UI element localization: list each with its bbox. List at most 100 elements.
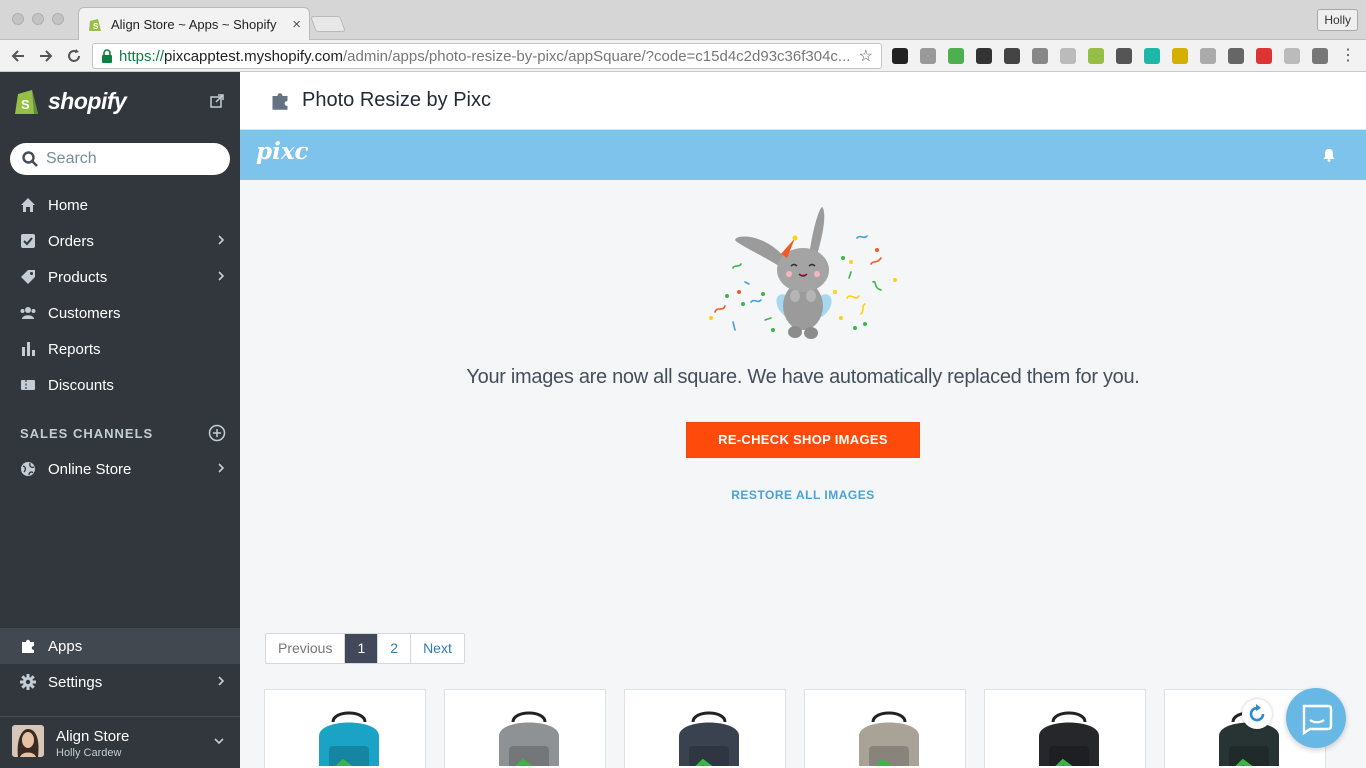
m-icon[interactable] bbox=[1144, 48, 1160, 64]
pixc-app-header: pixc bbox=[240, 130, 1366, 180]
r-icon[interactable] bbox=[1116, 48, 1132, 64]
back-icon[interactable] bbox=[8, 46, 28, 66]
shopify-bag-icon: S bbox=[15, 90, 38, 114]
sidebar-item-orders[interactable]: Orders bbox=[0, 223, 240, 259]
window-zoom-dot[interactable] bbox=[52, 13, 64, 25]
page-title: Photo Resize by Pixc bbox=[302, 89, 491, 111]
pagination-page-1[interactable]: 1 bbox=[345, 634, 379, 663]
chevron-right-icon bbox=[218, 271, 225, 281]
recheck-images-button[interactable]: RE-CHECK SHOP IMAGES bbox=[686, 422, 920, 458]
backpack-image bbox=[499, 711, 559, 766]
discounts-icon bbox=[21, 380, 35, 390]
browser-tab[interactable]: S Align Store ~ Apps ~ Shopify × bbox=[78, 7, 310, 41]
sidebar-item-reports[interactable]: Reports bbox=[0, 331, 240, 367]
sidebar-item-online-store[interactable]: Online Store bbox=[0, 451, 240, 487]
url-path: /admin/apps/photo-resize-by-pixc/appSqua… bbox=[343, 47, 851, 65]
pixc-logo[interactable]: pixc bbox=[256, 138, 309, 165]
url-scheme: https:// bbox=[119, 47, 165, 65]
chevron-right-icon bbox=[218, 235, 225, 245]
sidebar-item-apps[interactable]: Apps bbox=[0, 628, 240, 664]
tab-close-icon[interactable]: × bbox=[292, 16, 301, 33]
bolt-icon[interactable] bbox=[1172, 48, 1188, 64]
pagination-previous[interactable]: Previous bbox=[266, 634, 346, 663]
add-channel-icon[interactable] bbox=[208, 424, 226, 442]
view-store-icon[interactable] bbox=[210, 94, 224, 108]
sidebar-item-label: Settings bbox=[48, 673, 103, 691]
shopify-favicon-icon: S bbox=[89, 18, 101, 31]
sidebar-item-label: Discounts bbox=[48, 376, 114, 394]
shopify-icon[interactable] bbox=[1088, 48, 1104, 64]
backpack-image bbox=[1039, 711, 1099, 766]
backpack-image bbox=[319, 711, 379, 766]
chat-launcher-button[interactable] bbox=[1286, 688, 1346, 748]
chat-icon[interactable] bbox=[1228, 48, 1244, 64]
medium-icon[interactable] bbox=[1004, 48, 1020, 64]
buffer-icon[interactable] bbox=[892, 48, 908, 64]
new-tab-button[interactable] bbox=[310, 16, 346, 32]
tag-icon bbox=[21, 270, 35, 284]
backpack-image bbox=[679, 711, 739, 766]
sidebar-item-settings[interactable]: Settings bbox=[0, 664, 240, 700]
sidebar-item-label: Reports bbox=[48, 340, 101, 358]
bw-icon[interactable] bbox=[976, 48, 992, 64]
avatar bbox=[12, 725, 44, 757]
b-icon[interactable] bbox=[1284, 48, 1300, 64]
browser-toolbar: https:// pixcapptest.myshopify.com /admi… bbox=[0, 40, 1366, 72]
refresh-icon[interactable] bbox=[1242, 699, 1272, 729]
backpack-image bbox=[859, 711, 919, 766]
shopify-wordmark: shopify bbox=[48, 87, 127, 114]
sidebar-item-label: Online Store bbox=[48, 460, 132, 478]
browser-tab-bar: S Align Store ~ Apps ~ Shopify × Holly bbox=[0, 0, 1366, 41]
evernote-icon[interactable] bbox=[948, 48, 964, 64]
pagination: Previous 1 2 Next bbox=[265, 633, 465, 664]
reports-icon bbox=[22, 342, 35, 356]
screen-icon[interactable] bbox=[1060, 48, 1076, 64]
window-close-dot[interactable] bbox=[12, 13, 24, 25]
tab-title: Align Store ~ Apps ~ Shopify bbox=[111, 17, 277, 32]
app-content: Your images are now all square. We have … bbox=[240, 180, 1366, 768]
success-message: Your images are now all square. We have … bbox=[466, 366, 1140, 388]
forward-icon[interactable] bbox=[36, 46, 56, 66]
product-image-card[interactable] bbox=[624, 689, 786, 768]
product-image-card[interactable] bbox=[804, 689, 966, 768]
profile-button[interactable]: Holly bbox=[1317, 9, 1358, 31]
sidebar-item-discounts[interactable]: Discounts bbox=[0, 367, 240, 403]
store-name: Align Store bbox=[56, 728, 130, 745]
search-icon bbox=[22, 151, 38, 167]
search-input[interactable] bbox=[46, 150, 206, 168]
window-minimize-dot[interactable] bbox=[32, 13, 44, 25]
search-box[interactable] bbox=[10, 143, 230, 175]
squirrel-icon[interactable] bbox=[1032, 48, 1048, 64]
address-bar[interactable]: https:// pixcapptest.myshopify.com /admi… bbox=[92, 43, 882, 69]
sidebar-item-products[interactable]: Products bbox=[0, 259, 240, 295]
chat-icon bbox=[1302, 704, 1333, 736]
sidebar-item-label: Apps bbox=[48, 637, 83, 655]
bell-icon[interactable] bbox=[1322, 148, 1336, 162]
globe-icon bbox=[21, 462, 35, 476]
tools-icon[interactable] bbox=[1312, 48, 1328, 64]
ghost-icon[interactable] bbox=[920, 48, 936, 64]
reload-icon[interactable] bbox=[64, 46, 84, 66]
product-image-card[interactable] bbox=[264, 689, 426, 768]
sidebar-item-label: Customers bbox=[48, 304, 121, 322]
product-image-card[interactable] bbox=[984, 689, 1146, 768]
home-icon bbox=[21, 198, 35, 212]
store-switcher[interactable]: Align Store Holly Cardew bbox=[0, 716, 240, 768]
pagination-next[interactable]: Next bbox=[411, 634, 464, 663]
product-image-card[interactable] bbox=[444, 689, 606, 768]
bookmark-star-icon[interactable]: ☆ bbox=[859, 46, 873, 66]
shopify-logo[interactable]: S shopify bbox=[14, 86, 127, 116]
pagination-page-2[interactable]: 2 bbox=[378, 634, 412, 663]
store-user: Holly Cardew bbox=[56, 747, 122, 759]
sidebar-item-customers[interactable]: Customers bbox=[0, 295, 240, 331]
menu-icon[interactable]: ⋮ bbox=[1340, 48, 1356, 64]
svg-text:S: S bbox=[21, 97, 30, 112]
doc-icon[interactable] bbox=[1200, 48, 1216, 64]
puzzle-icon bbox=[22, 639, 34, 653]
sidebar-item-home[interactable]: Home bbox=[0, 187, 240, 223]
tag-icon[interactable] bbox=[1256, 48, 1272, 64]
lock-icon bbox=[102, 49, 112, 63]
restore-all-images-link[interactable]: RESTORE ALL IMAGES bbox=[240, 488, 1366, 502]
sidebar-item-label: Orders bbox=[48, 232, 94, 250]
chevron-right-icon bbox=[218, 676, 225, 686]
